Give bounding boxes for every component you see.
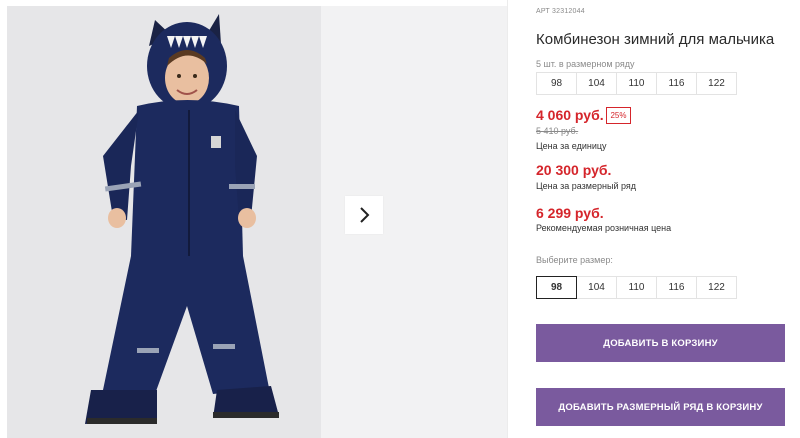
size-selector: 98 104 110 116 122 xyxy=(536,276,737,299)
retail-price-caption: Рекомендуемая розничная цена xyxy=(536,223,672,233)
pack-size-116: 116 xyxy=(656,72,697,95)
discount-badge: 25% xyxy=(606,107,631,124)
size-option-122[interactable]: 122 xyxy=(696,276,737,299)
pack-size-110: 110 xyxy=(616,72,657,95)
product-photo[interactable] xyxy=(7,6,321,438)
product-title: Комбинезон зимний для мальчика xyxy=(536,31,775,48)
article-number: АРТ 32312044 xyxy=(536,8,585,15)
size-option-104[interactable]: 104 xyxy=(576,276,617,299)
pack-size-122: 122 xyxy=(696,72,737,95)
chevron-right-icon xyxy=(360,207,370,223)
add-pack-to-cart-button[interactable]: ДОБАВИТЬ РАЗМЕРНЫЙ РЯД В КОРЗИНУ xyxy=(536,388,785,426)
unit-price-caption: Цена за единицу xyxy=(536,141,607,151)
panel-divider xyxy=(507,0,508,438)
size-option-98[interactable]: 98 xyxy=(536,276,577,299)
add-to-cart-button[interactable]: ДОБАВИТЬ В КОРЗИНУ xyxy=(536,324,785,362)
pack-price: 20 300 руб. xyxy=(536,162,612,178)
gallery-next-button[interactable] xyxy=(345,196,383,234)
retail-price: 6 299 руб. xyxy=(536,205,604,221)
unit-price: 4 060 руб. xyxy=(536,107,604,123)
pack-label: 5 шт. в размерном ряду xyxy=(536,59,635,69)
choose-size-label: Выберите размер: xyxy=(536,255,613,265)
snowsuit-illustration xyxy=(7,6,321,438)
size-option-116[interactable]: 116 xyxy=(656,276,697,299)
pack-size-104: 104 xyxy=(576,72,617,95)
pack-size-98: 98 xyxy=(536,72,577,95)
pack-price-caption: Цена за размерный ряд xyxy=(536,181,637,191)
pack-sizes: 98 104 110 116 122 xyxy=(536,72,737,95)
size-option-110[interactable]: 110 xyxy=(616,276,657,299)
product-gallery xyxy=(7,6,507,438)
old-price: 5 410 руб. xyxy=(536,126,579,136)
